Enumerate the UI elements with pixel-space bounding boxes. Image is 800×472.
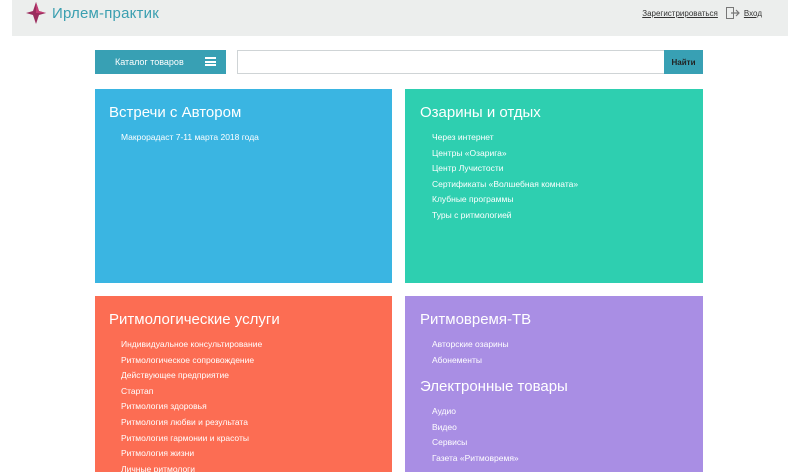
tile-rhythmology-services: Ритмологические услуги Индивидуальное ко… xyxy=(95,296,392,472)
tile-link[interactable]: Действующее предприятие xyxy=(109,368,378,384)
login-icon[interactable] xyxy=(725,7,740,19)
tile-link[interactable]: Ритмология гармонии и красоты xyxy=(109,431,378,447)
login-link[interactable]: Вход xyxy=(744,9,762,18)
tile-link[interactable]: Через интернет xyxy=(420,130,688,146)
catalog-button[interactable]: Каталог товаров xyxy=(95,50,226,74)
tile-link[interactable]: Ритмология жизни xyxy=(109,446,378,462)
hamburger-menu-icon xyxy=(205,57,216,66)
search-button[interactable]: Найти xyxy=(664,50,703,74)
tile-link[interactable]: Авторские озарины xyxy=(420,337,688,353)
tile-link[interactable]: Клубные программы xyxy=(420,192,688,208)
tile-title[interactable]: Ритмологические услуги xyxy=(109,311,378,329)
site-header: Ирлем-практик Зарегистрироваться Вход xyxy=(12,0,788,36)
site-logo[interactable]: Ирлем-практик xyxy=(26,2,159,24)
tile-author-meetings: Встречи с Автором Макрорадаст 7-11 марта… xyxy=(95,89,392,283)
tile-link[interactable]: Личные ритмологи xyxy=(109,462,378,472)
tile-link[interactable]: Аудио xyxy=(420,404,688,420)
register-link[interactable]: Зарегистрироваться xyxy=(642,9,718,18)
tile-link[interactable]: Центр Лучистости xyxy=(420,161,688,177)
tile-link[interactable]: Газета «Ритмовремя» xyxy=(420,451,688,467)
search-input[interactable] xyxy=(237,50,665,74)
brand-name: Ирлем-практик xyxy=(52,4,159,22)
tile-link[interactable]: Ритмологическое сопровождение xyxy=(109,353,378,369)
tile-rhythmtime-tv: Ритмовремя-ТВ Авторские озарины Абонемен… xyxy=(405,296,703,472)
tile-link[interactable]: Стартап xyxy=(109,384,378,400)
tile-title[interactable]: Встречи с Автором xyxy=(109,104,378,122)
tile-link[interactable]: Абонементы xyxy=(420,353,688,369)
tile-link[interactable]: Туры с ритмологией xyxy=(420,208,688,224)
logo-icon xyxy=(26,2,46,24)
tile-link[interactable]: Сервисы xyxy=(420,435,688,451)
tile-link[interactable]: Индивидуальное консультирование xyxy=(109,337,378,353)
tile-link[interactable]: Ритмология любви и результата xyxy=(109,415,378,431)
tile-title[interactable]: Ритмовремя-ТВ xyxy=(420,311,688,329)
tile-link[interactable]: Центры «Озарига» xyxy=(420,146,688,162)
tile-link[interactable]: Видео xyxy=(420,420,688,436)
tile-title-electronic-goods[interactable]: Электронные товары xyxy=(420,378,688,396)
catalog-button-label: Каталог товаров xyxy=(115,57,184,67)
auth-links: Зарегистрироваться Вход xyxy=(642,7,762,19)
tile-title[interactable]: Озарины и отдых xyxy=(420,104,688,122)
tile-link[interactable]: Сертификаты «Волшебная комната» xyxy=(420,177,688,193)
tile-insights-rest: Озарины и отдых Через интернет Центры «О… xyxy=(405,89,703,283)
tile-link[interactable]: Макрорадаст 7-11 марта 2018 года xyxy=(109,130,378,146)
tile-link[interactable]: Ритмология здоровья xyxy=(109,399,378,415)
